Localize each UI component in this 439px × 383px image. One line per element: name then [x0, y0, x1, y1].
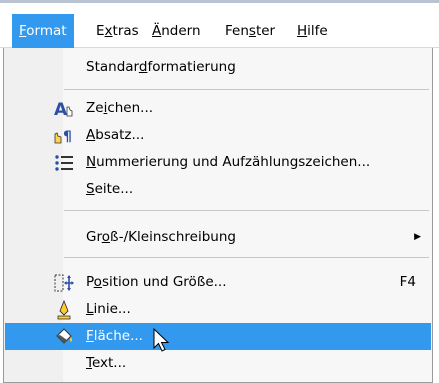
menu-item-flaeche[interactable]: Fläche... [5, 323, 431, 350]
menu-extras[interactable]: Extras [89, 14, 146, 48]
menu-item-seite[interactable]: Seite... [5, 176, 431, 203]
character-format-icon: A [53, 98, 75, 120]
menu-separator [64, 257, 429, 258]
menu-item-linie[interactable]: Linie... [5, 296, 431, 323]
menu-item-label: Fläche... [86, 328, 143, 344]
menu-item-standardformatierung[interactable]: Standardformatierung [5, 54, 431, 81]
menubar: Format Extras Ändern Fenster Hilfe [0, 14, 439, 48]
menu-item-label: Seite... [86, 181, 134, 197]
fill-bucket-icon [53, 326, 75, 348]
svg-text:A: A [54, 100, 68, 120]
svg-text:¶: ¶ [63, 129, 72, 145]
menu-separator [64, 89, 429, 90]
format-dropdown-menu: Standardformatierung A Zeichen... ¶ Absa… [3, 48, 433, 383]
menu-item-absatz[interactable]: ¶ Absatz... [5, 122, 431, 149]
submenu-arrow-icon: ▶ [414, 232, 421, 242]
line-pen-icon [53, 299, 75, 321]
menu-item-label: Zeichen... [86, 100, 154, 116]
menu-item-label: Standardformatierung [86, 59, 236, 75]
menu-item-text[interactable]: Text... [5, 350, 431, 377]
shortcut-label: F4 [399, 274, 416, 290]
menu-fenster[interactable]: Fenster [218, 14, 282, 48]
position-size-icon [53, 272, 75, 294]
paragraph-format-icon: ¶ [53, 125, 75, 147]
menu-item-label: Position und Größe... [86, 274, 227, 290]
menu-item-gross-kleinschreibung[interactable]: Groß-/Kleinschreibung ▶ [5, 224, 431, 251]
window-top-strip [0, 0, 439, 14]
menu-format[interactable]: Format [12, 14, 74, 48]
menu-item-label: Text... [86, 355, 127, 371]
menu-item-label: Absatz... [86, 127, 145, 143]
menu-aendern[interactable]: Ändern [145, 14, 208, 48]
menu-hilfe[interactable]: Hilfe [290, 14, 335, 48]
menu-item-label: Nummerierung und Aufzählungszeichen... [86, 154, 371, 170]
numbering-list-icon [53, 152, 75, 174]
window-top-border [0, 0, 439, 3]
menu-separator [64, 210, 429, 211]
mouse-pointer-icon [152, 327, 174, 354]
menu-item-zeichen[interactable]: A Zeichen... [5, 95, 431, 122]
menu-item-label: Groß-/Kleinschreibung [86, 229, 236, 245]
menu-item-label: Linie... [86, 301, 131, 317]
menu-item-nummerierung[interactable]: Nummerierung und Aufzählungszeichen... [5, 149, 431, 176]
menu-item-position-groesse[interactable]: Position und Größe... F4 [5, 269, 431, 296]
